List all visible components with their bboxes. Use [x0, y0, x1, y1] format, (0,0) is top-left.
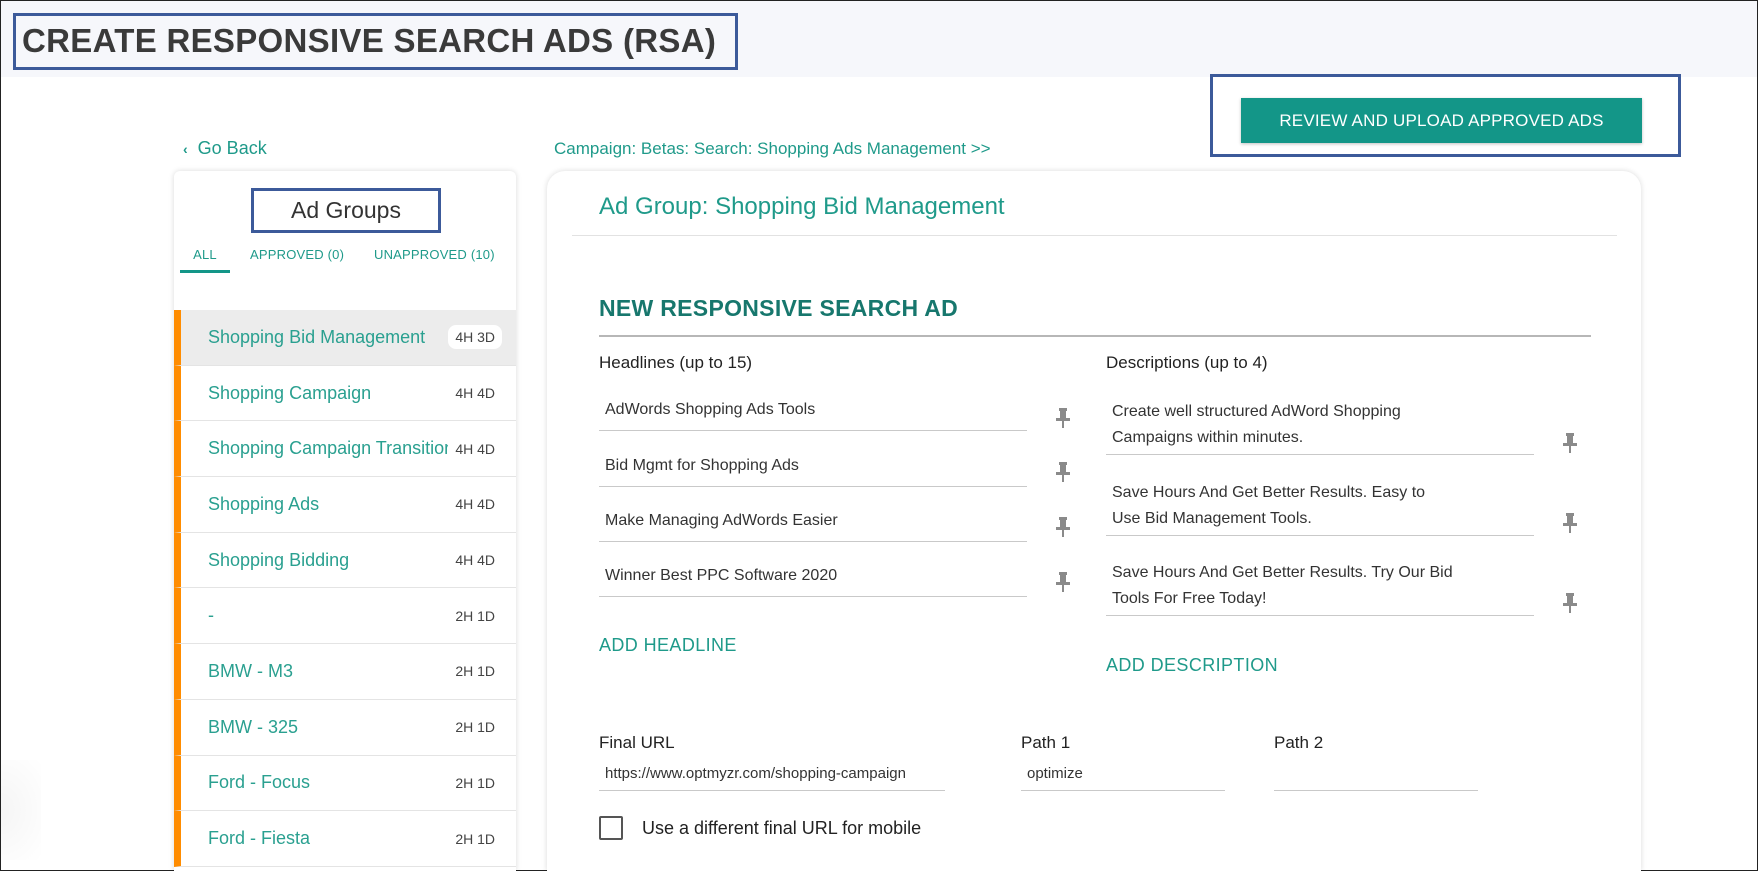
- ad-group-name: BMW - 325: [208, 716, 299, 737]
- pin-icon[interactable]: [1055, 571, 1071, 593]
- divider: [599, 335, 1591, 337]
- ad-group-count-badge: 4H 4D: [448, 436, 502, 461]
- list-item[interactable]: Shopping Bid Management 4H 3D: [174, 310, 516, 366]
- pin-icon[interactable]: [1055, 516, 1071, 538]
- page-title: CREATE RESPONSIVE SEARCH ADS (RSA): [22, 22, 717, 59]
- tab-all[interactable]: ALL: [180, 247, 230, 273]
- mobile-url-checkbox[interactable]: [599, 816, 623, 840]
- ad-group-count-badge: 2H 1D: [455, 830, 495, 847]
- review-upload-button[interactable]: REVIEW AND UPLOAD APPROVED ADS: [1241, 98, 1642, 143]
- description-line: Campaigns within minutes.: [1112, 429, 1304, 446]
- ad-group-count-badge: 2H 1D: [455, 663, 495, 680]
- ad-groups-sidebar: Ad Groups ALL APPROVED (0) UNAPPROVED (1…: [174, 171, 516, 871]
- list-item[interactable]: Ford - Fiesta 2H 1D: [174, 811, 516, 867]
- list-item[interactable]: Shopping Campaign 4H 4D: [174, 365, 516, 422]
- ad-group-name: Shopping Campaign Transition: [208, 438, 448, 459]
- ad-group-name: Ford - Fiesta: [208, 828, 311, 849]
- ad-group-count-badge: 4H 4D: [455, 552, 495, 569]
- pin-icon[interactable]: [1562, 592, 1578, 614]
- ad-group-count-badge: 2H 1D: [455, 774, 495, 791]
- mobile-url-checkbox-label: Use a different final URL for mobile: [642, 818, 922, 838]
- pin-icon[interactable]: [1562, 432, 1578, 454]
- description-input[interactable]: Save Hours And Get Better Results. Try O…: [1106, 558, 1534, 616]
- list-item[interactable]: BMW - M3 2H 1D: [174, 644, 516, 700]
- final-url-input[interactable]: https://www.optmyzr.com/shopping-campaig…: [599, 757, 945, 791]
- ad-group-name: Shopping Bid Management: [208, 326, 426, 347]
- ad-group-name: Shopping Bidding: [208, 549, 350, 570]
- rsa-editor-card: Ad Group: Shopping Bid Management NEW RE…: [547, 171, 1641, 871]
- path2-input[interactable]: [1274, 757, 1478, 791]
- path2-label: Path 2: [1274, 733, 1324, 752]
- tab-approved[interactable]: APPROVED (0): [250, 247, 344, 270]
- rsa-section-title: NEW RESPONSIVE SEARCH AD: [599, 295, 959, 321]
- ad-group-count-badge: 4H 3D: [448, 325, 502, 350]
- page-title-box: CREATE RESPONSIVE SEARCH ADS (RSA): [13, 13, 738, 70]
- ad-group-list: Shopping Bid Management 4H 3D Shopping C…: [174, 310, 516, 867]
- pin-icon[interactable]: [1562, 512, 1578, 534]
- description-input[interactable]: Create well structured AdWord Shopping C…: [1106, 397, 1534, 455]
- description-line: Create well structured AdWord Shopping: [1112, 403, 1401, 420]
- ad-group-heading: Ad Group: Shopping Bid Management: [599, 193, 1005, 220]
- ad-group-name: Shopping Ads: [208, 493, 320, 514]
- list-item[interactable]: BMW - 325 2H 1D: [174, 699, 516, 756]
- final-url-label: Final URL: [599, 733, 675, 752]
- pin-icon[interactable]: [1055, 407, 1071, 429]
- ad-group-count-badge: 4H 4D: [455, 385, 495, 402]
- headline-input[interactable]: AdWords Shopping Ads Tools: [599, 389, 1027, 431]
- edge-shadow: [1, 760, 41, 860]
- description-line: Tools For Free Today!: [1112, 590, 1267, 607]
- list-item[interactable]: - 2H 1D: [174, 588, 516, 645]
- ad-group-name: -: [208, 605, 214, 626]
- ad-group-tabs: ALL APPROVED (0) UNAPPROVED (10): [180, 247, 510, 277]
- description-input[interactable]: Save Hours And Get Better Results. Easy …: [1106, 478, 1534, 536]
- divider: [572, 235, 1617, 236]
- headline-input[interactable]: Winner Best PPC Software 2020: [599, 555, 1027, 597]
- list-item[interactable]: Shopping Ads 4H 4D: [174, 477, 516, 533]
- path1-label: Path 1: [1021, 733, 1071, 752]
- add-description-button[interactable]: ADD DESCRIPTION: [1106, 655, 1278, 676]
- ad-group-count-badge: 2H 1D: [455, 607, 495, 624]
- headlines-label: Headlines (up to 15): [599, 353, 753, 372]
- add-headline-button[interactable]: ADD HEADLINE: [599, 635, 737, 656]
- headline-input[interactable]: Make Managing AdWords Easier: [599, 500, 1027, 542]
- list-item[interactable]: Shopping Campaign Transition 4H 4D: [174, 421, 516, 478]
- go-back-label: Go Back: [197, 138, 267, 158]
- ad-group-count-badge: 4H 4D: [455, 496, 495, 513]
- descriptions-label: Descriptions (up to 4): [1106, 353, 1268, 372]
- list-item[interactable]: Ford - Focus 2H 1D: [174, 755, 516, 812]
- ad-group-count-badge: 2H 1D: [455, 719, 495, 736]
- tab-unapproved[interactable]: UNAPPROVED (10): [374, 247, 495, 270]
- description-line: Save Hours And Get Better Results. Try O…: [1112, 564, 1453, 581]
- breadcrumb[interactable]: Campaign: Betas: Search: Shopping Ads Ma…: [554, 139, 991, 159]
- pin-icon[interactable]: [1055, 461, 1071, 483]
- description-line: Use Bid Management Tools.: [1112, 510, 1312, 527]
- go-back-link[interactable]: ‹ Go Back: [183, 138, 267, 159]
- chevron-left-icon: ‹: [183, 140, 188, 157]
- ad-group-name: BMW - M3: [208, 660, 293, 681]
- ad-group-name: Ford - Focus: [208, 772, 311, 793]
- ad-group-name: Shopping Campaign: [208, 382, 372, 403]
- list-item[interactable]: Shopping Bidding 4H 4D: [174, 532, 516, 589]
- ad-groups-title: Ad Groups: [251, 188, 441, 233]
- headline-input[interactable]: Bid Mgmt for Shopping Ads: [599, 445, 1027, 487]
- path1-input[interactable]: optimize: [1021, 757, 1225, 791]
- description-line: Save Hours And Get Better Results. Easy …: [1112, 484, 1426, 501]
